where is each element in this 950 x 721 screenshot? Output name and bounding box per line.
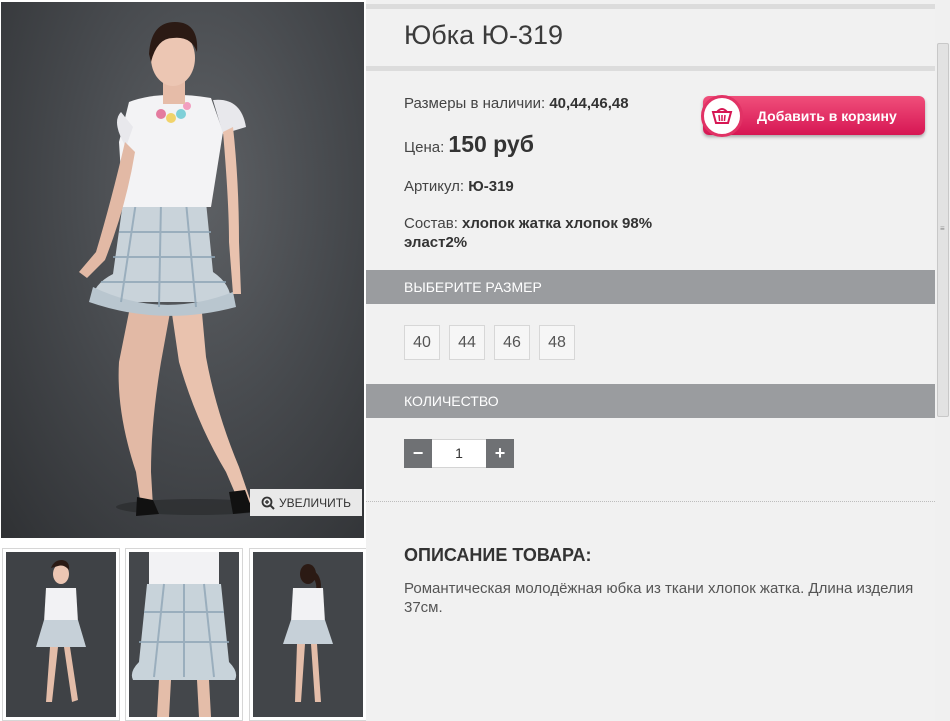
main-product-photo[interactable]: УВЕЛИЧИТЬ <box>1 2 364 538</box>
composition-value-line1: хлопок жатка хлопок 98% <box>462 215 653 232</box>
thumbnail-3[interactable] <box>249 548 367 721</box>
price: Цена: 150 руб <box>404 131 534 158</box>
top-divider <box>366 4 935 9</box>
product-title: Юбка Ю-319 <box>404 20 563 50</box>
size-section-header: ВЫБЕРИТЕ РАЗМЕР <box>366 270 935 304</box>
thumbnail-2[interactable] <box>125 548 243 721</box>
article-value: Ю-319 <box>468 178 514 195</box>
sizes-label: Размеры в наличии: <box>404 95 546 112</box>
composition-label: Состав: <box>404 215 458 232</box>
size-option-40[interactable]: 40 <box>404 325 440 360</box>
decrement-button[interactable]: − <box>404 439 432 468</box>
quantity-stepper: − 1 + <box>404 439 514 468</box>
quantity-input[interactable]: 1 <box>432 439 486 468</box>
basket-icon <box>701 94 743 137</box>
size-option-44[interactable]: 44 <box>449 325 485 360</box>
composition-value-line2: эласт2% <box>404 234 468 251</box>
article: Артикул: Ю-319 <box>404 178 514 195</box>
price-label: Цена: <box>404 139 445 156</box>
description-text: Романтическая молодёжная юбка из ткани х… <box>404 580 914 616</box>
composition: Состав: хлопок жатка хлопок 98% эласт2% <box>404 214 652 252</box>
size-option-48[interactable]: 48 <box>539 325 575 360</box>
model-figure-illustration <box>79 22 276 516</box>
price-value: 150 руб <box>448 131 534 157</box>
zoom-label: УВЕЛИЧИТЬ <box>279 495 351 510</box>
article-label: Артикул: <box>404 178 465 195</box>
quantity-section-header: КОЛИЧЕСТВО <box>366 384 935 418</box>
sizes-value: 40,44,46,48 <box>549 95 629 112</box>
scrollbar-grip-icon: ≡ <box>940 224 945 233</box>
zoom-button[interactable]: УВЕЛИЧИТЬ <box>250 489 362 516</box>
magnifier-plus-icon <box>261 496 275 510</box>
increment-button[interactable]: + <box>486 439 514 468</box>
thumbnail-back-view <box>283 564 333 702</box>
size-option-46[interactable]: 46 <box>494 325 530 360</box>
title-divider <box>366 66 935 71</box>
add-to-cart-button[interactable]: Добавить в корзину <box>701 94 925 137</box>
thumbnail-full-figure <box>36 560 86 702</box>
thumbnail-skirt-closeup <box>131 552 237 717</box>
description-divider <box>366 501 935 502</box>
sizes-available: Размеры в наличии: 40,44,46,48 <box>404 95 629 112</box>
add-to-cart-label: Добавить в корзину <box>757 107 897 124</box>
product-info-panel: Юбка Ю-319 Размеры в наличии: 40,44,46,4… <box>366 0 935 721</box>
thumbnail-1[interactable] <box>2 548 120 721</box>
description-title: ОПИСАНИЕ ТОВАРА: <box>404 545 592 565</box>
